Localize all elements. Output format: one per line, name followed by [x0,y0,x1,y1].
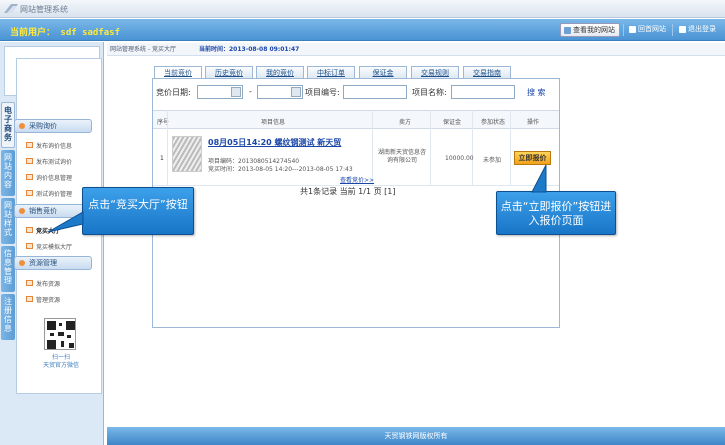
menu-item-publish-resource[interactable]: 发布资源 [26,279,60,288]
site-icon [564,27,571,34]
menu-item-label: 询价信息管理 [36,175,73,182]
document-icon [26,158,33,164]
bidding-period: 竞买时间：2013-08-05 14:20---2013-08-05 17:43 [208,166,353,173]
menu-group-resources[interactable]: 资源管理 [14,256,92,270]
menu-group-label: 采购询价 [29,122,57,130]
col-header-action: 操作 [527,119,540,126]
header-divider [672,24,673,36]
breadcrumb-path: 网站管理系统 - 竞买大厅 [110,46,176,53]
group-bullet-icon [19,260,25,266]
callout-pointer-arrow [47,211,84,233]
window-titlebar: 网站管理系统 [0,0,725,18]
header-bar: 当前用户： sdf sadfasf 查看我的网站 回首网站 退出登录 [0,19,725,41]
menu-item-inquiry-management[interactable]: 询价信息管理 [26,173,72,182]
date-label: 竞价日期: [156,88,191,97]
pagination: 共1条记录 当前 1/1 页 [1] [300,187,396,196]
menu-item-manage-resource[interactable]: 管理资源 [26,295,60,304]
project-title-link[interactable]: 08月05日14:20 螺纹钢测试 新天贸 [208,137,341,148]
menu-group-label: 资源管理 [29,259,57,267]
window-title: 网站管理系统 [20,5,68,14]
callout-click-bidding-hall: 点击“竞买大厅”按钮 [82,187,194,235]
project-name-input[interactable] [451,85,515,99]
callout-click-bid-now: 点击“立即报价”按钮进入报价页面 [496,191,616,235]
document-icon [26,227,33,233]
logout-icon [679,26,686,33]
footer: 天贸钢铁网版权所有 [107,427,725,445]
col-header-deposit: 保证金 [443,119,462,126]
product-thumbnail [172,136,202,172]
document-icon [26,190,33,196]
col-header-status: 参加状态 [481,119,506,126]
menu-item-label: 测试询价管理 [36,191,73,198]
menu-item-publish-inquiry[interactable]: 发布询价信息 [26,141,72,150]
view-bid-link[interactable]: 查看竞价>> [340,175,374,184]
view-my-site-button[interactable]: 查看我的网站 [560,23,620,37]
menu-group-procurement[interactable]: 采购询价 [14,119,92,133]
menu-item-label: 发布测试询价 [36,159,73,166]
document-icon [26,174,33,180]
calendar-icon[interactable] [291,87,301,97]
menu-item-publish-test-inquiry[interactable]: 发布测试询价 [26,157,72,166]
callout-pointer-arrow [531,164,547,193]
app-logo-icon [4,4,18,13]
menu-item-label: 发布询价信息 [36,143,73,150]
date-start-input[interactable] [197,85,243,99]
menu-item-label: 竞买模拟大厅 [36,244,73,251]
current-user-label: 当前用户： sdf sadfasf [10,28,121,38]
project-id-label: 项目编号: [305,88,340,97]
sidebar-tab-register[interactable]: 注册信息 [1,294,15,340]
col-header-seller: 卖方 [399,119,412,126]
menu-item-test-inquiry-management[interactable]: 测试询价管理 [26,189,72,198]
qr-caption-line2: 天贸官方微信 [42,362,79,369]
sidebar-tab-info[interactable]: 信息管理 [1,246,15,292]
header-divider [623,24,624,36]
current-time: 当前时间：2013-08-08 09:01:47 [199,46,300,53]
col-header-project: 项目信息 [261,119,286,126]
logout-button[interactable]: 退出登录 [676,23,720,37]
date-end-input[interactable] [257,85,303,99]
project-id-input[interactable] [343,85,407,99]
search-button[interactable]: 搜 索 [527,87,546,98]
qr-caption-line1: 扫一扫 [51,354,70,361]
seller-name: 湖南新天贸信息咨询有限公司 [377,149,426,164]
group-bullet-icon [19,123,25,129]
view-my-site-label: 查看我的网站 [573,26,615,34]
date-dash: - [249,87,252,96]
deposit-amount: 10000.00 [445,155,474,162]
row-index: 1 [160,155,164,162]
menu-item-label: 发布资源 [36,281,61,288]
menu-item-mock-bidding-hall[interactable]: 竞买模拟大厅 [26,242,72,251]
breadcrumb: 网站管理系统 - 竞买大厅 当前时间：2013-08-08 09:01:47 [107,43,725,56]
logout-label: 退出登录 [688,25,716,33]
edit-icon [26,296,33,302]
return-home-button[interactable]: 回首网站 [626,23,670,37]
menu-item-label: 管理资源 [36,297,61,304]
qr-code-image [44,318,76,350]
qr-caption: 扫一扫 天贸官方微信 [26,354,96,370]
group-bullet-icon [19,208,25,214]
sidebar-tab-ecommerce[interactable]: 电子商务 [1,102,15,148]
sidebar-tab-content[interactable]: 网站内容 [1,150,15,196]
calendar-icon[interactable] [231,87,241,97]
home-icon [629,26,636,33]
document-icon [26,142,33,148]
project-name-label: 项目名称: [412,88,447,97]
edit-icon [26,280,33,286]
participation-status: 未参加 [483,157,502,164]
table-header: 序号 项目信息 卖方 保证金 参加状态 操作 [153,110,559,129]
document-icon [26,243,33,249]
sidebar-tab-style[interactable]: 网站样式 [1,198,15,244]
return-home-label: 回首网站 [638,25,666,33]
